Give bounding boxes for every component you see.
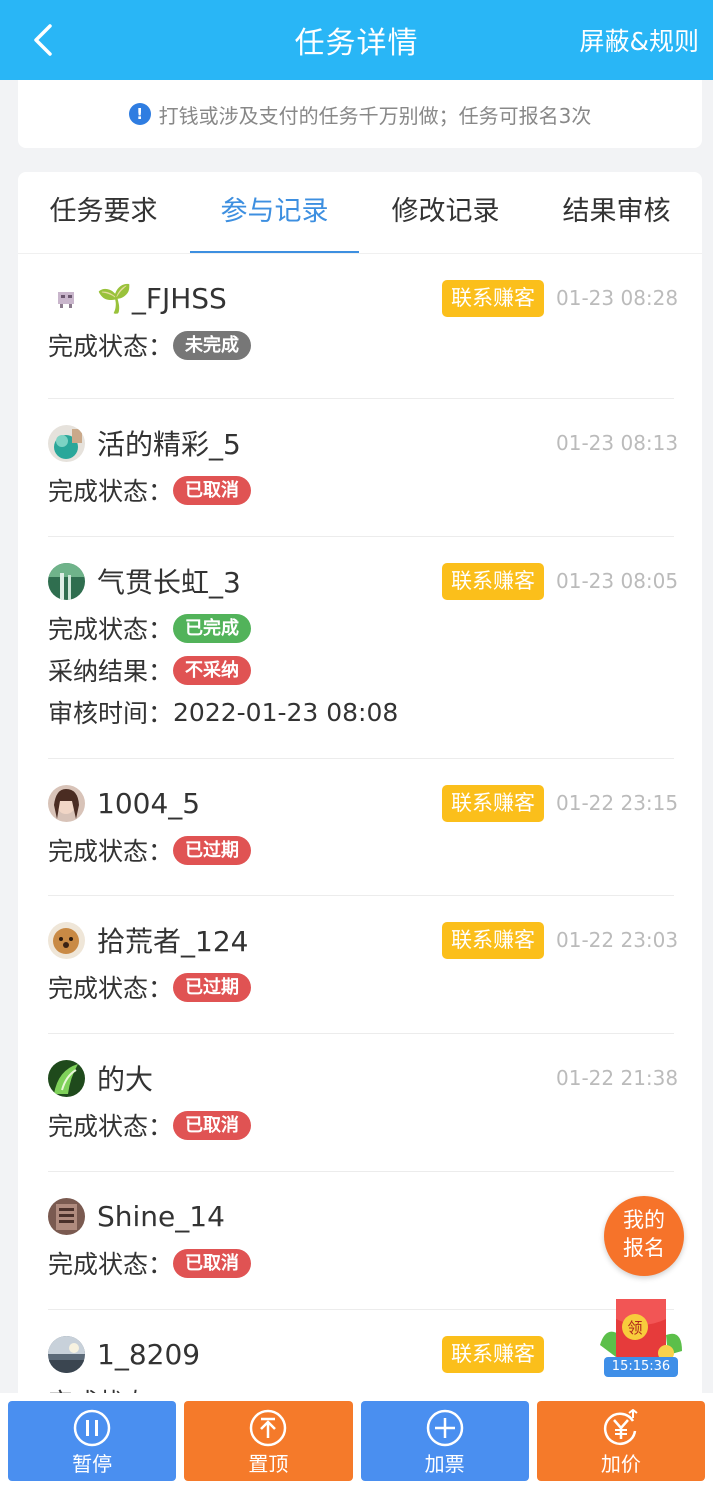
username: 拾荒者_124 <box>97 925 249 958</box>
info-icon: ! <box>128 103 151 125</box>
raise-price-label: 加价 <box>600 1452 641 1476</box>
record-time: 01-22 23:15 <box>556 791 679 815</box>
add-tickets-label: 加票 <box>424 1452 465 1476</box>
status-line: 完成状态： 已过期 <box>48 829 674 871</box>
status-line: 完成状态： 已完成 <box>48 607 674 649</box>
status-line: 完成状态： 已取消 <box>48 469 674 511</box>
my-registration-button[interactable]: 我的 报名 <box>604 1196 684 1276</box>
review-label: 审核时间： <box>48 699 174 728</box>
notice-card: ! 打钱或涉及支付的任务千万别做；任务可报名3次 <box>18 80 702 148</box>
status-label: 完成状态： <box>48 1112 174 1141</box>
avatar[interactable] <box>48 279 85 317</box>
accept-line: 采纳结果： 不采纳 <box>48 649 674 691</box>
red-packet-timer: 15:15:36 <box>604 1357 678 1377</box>
tab-modification-records[interactable]: 修改记录 <box>360 172 531 253</box>
status-label: 完成状态： <box>48 1250 174 1279</box>
avatar[interactable] <box>48 562 85 600</box>
list-item: Shine_14 01-22 完成状态： 已取消 <box>48 1172 674 1310</box>
avatar[interactable] <box>48 1059 85 1097</box>
contact-earner-button[interactable]: 联系赚客 <box>442 784 544 822</box>
username: 1_8209 <box>97 1337 201 1371</box>
avatar[interactable] <box>48 921 85 959</box>
red-packet-label: 领 <box>627 1319 642 1337</box>
pause-button[interactable]: 暂停 <box>8 1401 177 1481</box>
bottom-action-bar: 暂停 置顶 加票 加价 <box>0 1393 713 1486</box>
record-time: 01-22 23:03 <box>556 928 679 952</box>
tab-requirements[interactable]: 任务要求 <box>18 172 189 253</box>
pause-label: 暂停 <box>72 1452 113 1476</box>
chevron-left-icon[interactable] <box>26 20 66 60</box>
list-item: 气贯长虹_3 联系赚客 01-23 08:05 完成状态： 已完成 采纳结果： … <box>48 537 679 759</box>
record-time: 01-23 08:05 <box>556 569 679 593</box>
tab-bar: 任务要求 参与记录 修改记录 结果审核 <box>18 172 702 254</box>
contact-earner-button[interactable]: 联系赚客 <box>442 1335 544 1373</box>
username: Shine_14 <box>97 1199 225 1233</box>
status-badge: 已取消 <box>173 1110 252 1140</box>
notice-text: 打钱或涉及支付的任务千万别做；任务可报名3次 <box>158 103 592 128</box>
status-label: 完成状态： <box>48 974 174 1003</box>
fab-label-line1: 我的 <box>623 1208 665 1232</box>
username: 活的精彩_5 <box>97 428 241 461</box>
accept-badge: 不采纳 <box>173 655 252 685</box>
status-badge: 已过期 <box>173 835 252 865</box>
page-title: 任务详情 <box>294 26 419 61</box>
record-list: 🌱_FJHSS 联系赚客 01-23 08:28 完成状态： 未完成 活的精彩_… <box>18 254 702 1412</box>
list-item: 的大 01-22 21:38 完成状态： 已取消 <box>48 1034 679 1172</box>
status-line: 完成状态： 未完成 <box>48 324 674 366</box>
username: 1004_5 <box>97 786 201 820</box>
plus-icon <box>426 1409 463 1447</box>
status-line: 完成状态： 已取消 <box>48 1242 674 1284</box>
contact-earner-button[interactable]: 联系赚客 <box>442 562 544 600</box>
avatar[interactable] <box>48 424 85 462</box>
review-line: 审核时间： 2022-01-23 08:08 <box>48 691 674 733</box>
yen-up-icon <box>603 1409 638 1445</box>
fab-label-line2: 报名 <box>623 1236 665 1260</box>
list-item: 1004_5 联系赚客 01-22 23:15 完成状态： 已过期 <box>48 759 679 896</box>
status-label: 完成状态： <box>48 837 174 866</box>
list-item: 🌱_FJHSS 联系赚客 01-23 08:28 完成状态： 未完成 <box>48 254 679 399</box>
status-badge: 已取消 <box>173 475 252 505</box>
accept-label: 采纳结果： <box>48 657 174 686</box>
pause-icon <box>73 1409 111 1447</box>
add-tickets-button[interactable]: 加票 <box>360 1401 529 1481</box>
review-time: 2022-01-23 08:08 <box>173 697 399 727</box>
status-label: 完成状态： <box>48 477 174 506</box>
pin-top-label: 置顶 <box>248 1452 289 1476</box>
status-line: 完成状态： 已取消 <box>48 1104 674 1146</box>
tab-result-review[interactable]: 结果审核 <box>531 172 702 253</box>
record-time: 01-23 08:28 <box>556 286 679 310</box>
status-label: 完成状态： <box>48 615 174 644</box>
username: 气贯长虹_3 <box>97 566 241 599</box>
username: 🌱_FJHSS <box>97 281 227 315</box>
avatar[interactable] <box>48 784 85 822</box>
header-bar: 任务详情 屏蔽&规则 <box>0 0 713 80</box>
contact-earner-button[interactable]: 联系赚客 <box>442 279 544 317</box>
status-line: 完成状态： 已过期 <box>48 966 674 1008</box>
pin-top-button[interactable]: 置顶 <box>184 1401 353 1481</box>
task-detail-card: 任务要求 参与记录 修改记录 结果审核 🌱_FJHSS 联系赚客 01-23 0… <box>18 172 702 1412</box>
avatar[interactable] <box>48 1197 85 1235</box>
record-time: 01-23 08:13 <box>556 431 679 455</box>
block-rules-link[interactable]: 屏蔽&规则 <box>580 22 700 58</box>
status-badge: 未完成 <box>173 330 252 360</box>
raise-price-button[interactable]: 加价 <box>536 1401 705 1481</box>
status-badge: 已完成 <box>173 613 252 643</box>
status-badge: 已过期 <box>173 972 252 1002</box>
list-item: 活的精彩_5 01-23 08:13 完成状态： 已取消 <box>48 399 679 537</box>
username: 的大 <box>97 1063 154 1096</box>
status-label: 完成状态： <box>48 332 174 361</box>
pin-top-icon <box>250 1409 287 1447</box>
contact-earner-button[interactable]: 联系赚客 <box>442 921 544 959</box>
record-time: 01-22 21:38 <box>556 1066 679 1090</box>
tab-participation-records[interactable]: 参与记录 <box>189 172 360 253</box>
avatar[interactable] <box>48 1335 85 1373</box>
status-badge: 已取消 <box>173 1248 252 1278</box>
list-item: 拾荒者_124 联系赚客 01-22 23:03 完成状态： 已过期 <box>48 896 679 1034</box>
